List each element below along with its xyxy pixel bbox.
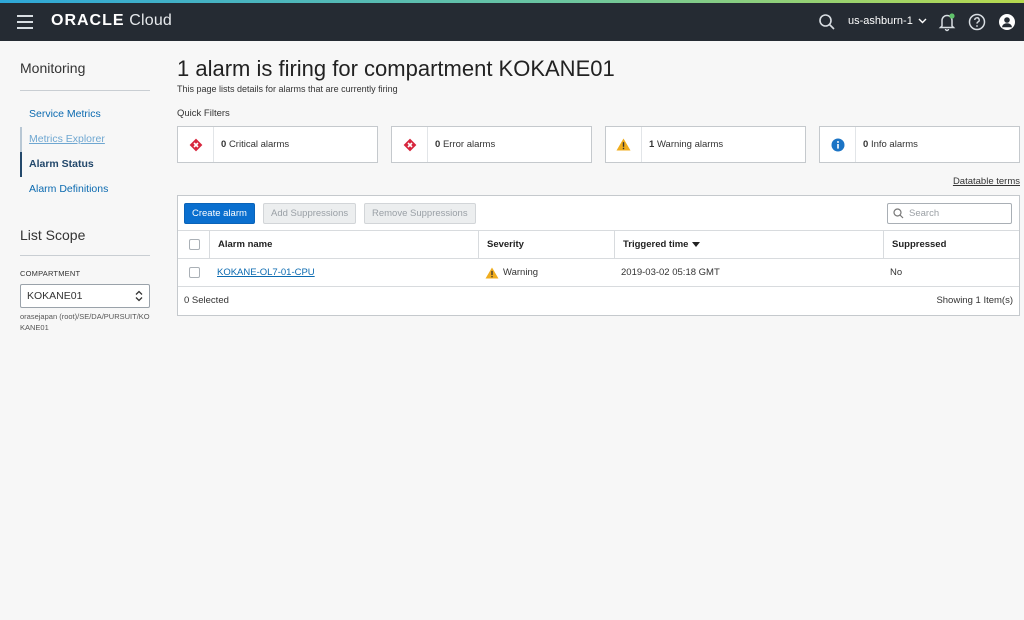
quick-filter-warning[interactable]: 1 Warning alarms: [605, 126, 806, 163]
oracle-cloud-logo[interactable]: ORACLE Cloud: [51, 12, 172, 30]
select-arrows-icon: [135, 290, 143, 302]
sidebar-item-alarm-status[interactable]: Alarm Status: [20, 152, 150, 177]
triggered-time-value: 2019-03-02 05:18 GMT: [621, 267, 720, 278]
compartment-value: KOKANE01: [27, 290, 83, 302]
info-count: 0: [863, 139, 869, 150]
row-checkbox[interactable]: [189, 267, 200, 278]
page-title: 1 alarm is firing for compartment KOKANE…: [177, 56, 615, 81]
top-navigation-bar: ORACLE Cloud us-ashburn-1: [0, 3, 1024, 41]
column-triggered-time-label: Triggered time: [623, 239, 689, 250]
severity-cell: Warning: [485, 259, 538, 286]
suppressed-cell: No: [890, 259, 902, 286]
select-all-cell: [189, 231, 200, 258]
quick-filter-info[interactable]: 0 Info alarms: [819, 126, 1020, 163]
sidebar-item-service-metrics[interactable]: Service Metrics: [20, 102, 150, 127]
user-icon[interactable]: [998, 13, 1016, 31]
compartment-select[interactable]: KOKANE01: [20, 284, 150, 308]
brand-bold: ORACLE: [51, 12, 125, 29]
list-scope-title: List Scope: [20, 227, 150, 256]
showing-count: Showing 1 Item(s): [936, 287, 1013, 314]
search-icon: [893, 208, 904, 219]
selected-count: 0 Selected: [184, 287, 229, 314]
table-footer: 0 Selected Showing 1 Item(s): [178, 287, 1019, 314]
alarm-name-link[interactable]: KOKANE-OL7-01-CPU: [217, 267, 315, 278]
column-severity-label: Severity: [487, 239, 524, 250]
help-icon[interactable]: [968, 13, 986, 31]
error-label: Error alarms: [442, 139, 496, 150]
create-alarm-button[interactable]: Create alarm: [184, 203, 255, 224]
page-subtitle: This page lists details for alarms that …: [177, 84, 398, 94]
warning-count: 1: [649, 139, 655, 150]
table-toolbar: Create alarm Add Suppressions Remove Sup…: [178, 196, 1019, 231]
column-severity[interactable]: Severity: [478, 231, 614, 258]
search-input[interactable]: [909, 208, 1009, 219]
add-suppressions-button[interactable]: Add Suppressions: [263, 203, 357, 224]
critical-count: 0: [221, 139, 227, 150]
error-count: 0: [435, 139, 441, 150]
compartment-label: COMPARTMENT: [20, 269, 81, 278]
table-header-row: Alarm name Severity Triggered time Suppr…: [178, 231, 1019, 259]
hamburger-menu-icon[interactable]: [17, 15, 33, 29]
column-suppressed[interactable]: Suppressed: [883, 231, 1020, 258]
brand-rest: Cloud: [124, 12, 173, 29]
sidebar-item-alarm-definitions[interactable]: Alarm Definitions: [20, 177, 150, 202]
sort-descending-icon: [692, 242, 701, 247]
quick-filter-error[interactable]: 0 Error alarms: [391, 126, 592, 163]
sidebar-item-metrics-explorer[interactable]: Metrics Explorer: [20, 127, 150, 152]
warning-icon: [485, 266, 499, 279]
remove-suppressions-button[interactable]: Remove Suppressions: [364, 203, 476, 224]
column-suppressed-label: Suppressed: [892, 239, 947, 250]
region-selector[interactable]: us-ashburn-1: [848, 15, 927, 27]
critical-label: Critical alarms: [228, 139, 290, 150]
column-alarm-name-label: Alarm name: [218, 239, 273, 250]
error-icon: [392, 127, 428, 162]
quick-filter-critical[interactable]: 0 Critical alarms: [177, 126, 378, 163]
alarms-table-panel: Create alarm Add Suppressions Remove Sup…: [177, 195, 1020, 316]
sidebar-title: Monitoring: [20, 60, 150, 91]
column-alarm-name[interactable]: Alarm name: [209, 231, 478, 258]
column-triggered-time[interactable]: Triggered time: [614, 231, 883, 258]
select-all-checkbox[interactable]: [189, 239, 200, 250]
quick-filters-label: Quick Filters: [177, 108, 230, 119]
table-search[interactable]: [887, 203, 1012, 224]
critical-icon: [178, 127, 214, 162]
sidebar-nav: Service Metrics Metrics Explorer Alarm S…: [20, 102, 150, 202]
row-select-cell: [189, 259, 200, 286]
selected-count-text: 0 Selected: [184, 295, 229, 306]
info-label: Info alarms: [870, 139, 918, 150]
main-content: 1 alarm is firing for compartment KOKANE…: [177, 56, 1020, 316]
table-row: KOKANE-OL7-01-CPU Warning 2019-03-02 05:…: [178, 259, 1019, 287]
suppressed-value: No: [890, 267, 903, 278]
showing-count-text: Showing 1 Item(s): [936, 295, 1013, 306]
chevron-down-icon: [918, 18, 927, 24]
triggered-time-cell: 2019-03-02 05:18 GMT: [621, 259, 720, 286]
warning-label: Warning alarms: [656, 139, 724, 150]
datatable-terms-link[interactable]: Datatable terms: [953, 176, 1020, 187]
warning-icon: [606, 127, 642, 162]
search-icon[interactable]: [818, 13, 836, 31]
compartment-path: orasejapan (root)/SE/DA/PURSUIT/KOKANE01: [20, 312, 150, 332]
left-sidebar: Monitoring Service Metrics Metrics Explo…: [20, 60, 150, 333]
info-icon: [820, 127, 856, 162]
alarm-name-cell: KOKANE-OL7-01-CPU: [217, 259, 315, 286]
severity-value: Warning: [503, 267, 539, 278]
quick-filters: 0 Critical alarms 0 Error alarms 1 Warni…: [177, 126, 1020, 164]
bell-icon[interactable]: [938, 12, 956, 32]
region-label: us-ashburn-1: [848, 15, 913, 27]
